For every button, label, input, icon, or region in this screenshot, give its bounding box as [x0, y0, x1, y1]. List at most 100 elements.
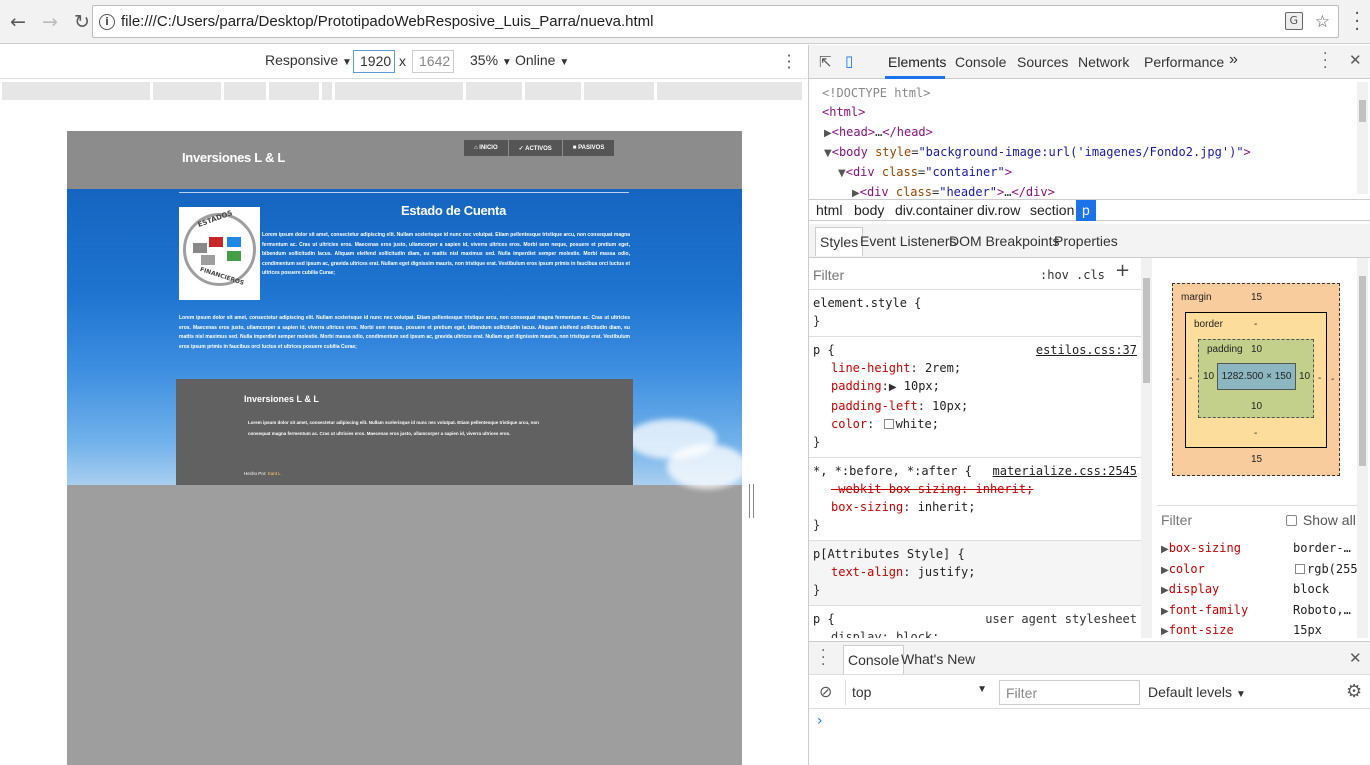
breadcrumb-html[interactable]: html — [816, 202, 842, 218]
nav-inicio-button[interactable]: ⌂ INICIO — [464, 140, 508, 156]
computed-row[interactable]: ▶font-size 15px — [1157, 620, 1358, 641]
device-toolbar-more-icon[interactable]: · · · — [785, 48, 793, 76]
device-mode-select[interactable]: Responsive ▼ — [265, 52, 352, 68]
console-prompt[interactable]: › — [817, 713, 823, 729]
color-swatch[interactable] — [883, 419, 894, 429]
site-nav: ⌂ INICIO ✓ ACTIVOS ■ PASIVOS — [464, 140, 615, 156]
devtools-menu-icon[interactable]: · · · — [1323, 47, 1327, 75]
device-toggle-icon[interactable]: ▯ — [845, 52, 853, 70]
css-property[interactable]: color: white; — [813, 415, 1137, 433]
css-property-overridden[interactable]: -webkit-box-sizing: inherit; — [813, 480, 1137, 498]
devtools-tabs: ⇱ ▯ Elements Console Sources Network Per… — [809, 45, 1370, 79]
collapse-triangle-icon[interactable]: ▼ — [824, 148, 832, 159]
kebab-menu-icon[interactable]: · · · — [1354, 5, 1360, 39]
dom-node[interactable]: ▼<body style="background-image:url('imag… — [822, 143, 1370, 163]
computed-scrollbar[interactable] — [1357, 258, 1368, 638]
css-rule: p { user agent stylesheet display: block… — [809, 606, 1141, 638]
computed-row[interactable]: ▶box-sizing border-… — [1157, 538, 1358, 559]
expand-triangle-icon[interactable]: ▶ — [852, 188, 860, 199]
more-tabs-icon[interactable]: » — [1229, 51, 1238, 69]
close-drawer-icon[interactable]: ✕ — [1349, 649, 1362, 667]
dom-scrollbar[interactable] — [1357, 82, 1368, 194]
css-property[interactable]: line-height: 2rem; — [813, 359, 1137, 377]
throttle-select[interactable]: Online ▼ — [515, 52, 569, 68]
css-property[interactable]: box-sizing: inherit; — [813, 498, 1137, 516]
breadcrumb-body[interactable]: body — [854, 202, 884, 218]
site-header: Inversiones L & L ⌂ INICIO ✓ ACTIVOS ■ P… — [67, 131, 742, 189]
tab-network[interactable]: Network — [1078, 54, 1129, 70]
tab-console[interactable]: Console — [955, 54, 1006, 70]
media-query-bar[interactable] — [2, 82, 807, 100]
tab-elements[interactable]: Elements — [888, 54, 946, 70]
tab-sources[interactable]: Sources — [1017, 54, 1068, 70]
computed-filter-input[interactable]: Filter — [1161, 512, 1192, 528]
nav-pasivos-button[interactable]: ■ PASIVOS — [562, 140, 615, 156]
tab-event-listeners[interactable]: Event Listeners — [860, 233, 957, 249]
context-select[interactable]: top ▼ — [845, 680, 991, 705]
financial-statements-logo: ESTADOS FINANCIEROS — [179, 207, 260, 300]
tab-performance[interactable]: Performance — [1144, 54, 1224, 70]
dom-node[interactable]: ▼<div class="container"> — [822, 163, 1370, 183]
breadcrumb-section[interactable]: section — [1030, 202, 1074, 218]
rule-source-link[interactable]: materialize.css:2545 — [993, 462, 1138, 480]
tab-whats-new[interactable]: What's New — [901, 651, 975, 667]
forward-arrow-icon[interactable]: → — [36, 8, 64, 36]
height-input[interactable]: 1642 — [412, 50, 454, 73]
breadcrumb-div-container[interactable]: div.container — [895, 202, 973, 218]
collapse-triangle-icon[interactable]: ▼ — [838, 168, 846, 179]
back-arrow-icon[interactable]: ← — [4, 8, 32, 36]
tab-properties[interactable]: Properties — [1054, 233, 1118, 249]
devtools-panel: ⇱ ▯ Elements Console Sources Network Per… — [808, 45, 1370, 765]
css-rule: p[Attributes Style] { text-align: justif… — [809, 541, 1141, 606]
css-property[interactable]: padding:▶ 10px; — [813, 377, 1137, 397]
computed-filter-row: Filter Show all — [1157, 505, 1358, 533]
footer-credit: Hecho Por: Kant L — [244, 471, 281, 476]
css-property[interactable]: display: block; — [813, 628, 1137, 638]
css-property[interactable]: padding-left: 10px; — [813, 397, 1137, 415]
clear-console-icon[interactable]: ⊘ — [819, 682, 832, 701]
nav-activos-button[interactable]: ✓ ACTIVOS — [508, 140, 562, 156]
url-text[interactable]: file:///C:/Users/parra/Desktop/Prototipa… — [121, 13, 653, 30]
tab-dom-breakpoints[interactable]: DOM Breakpoints — [949, 233, 1059, 249]
viewport-resize-handle[interactable] — [749, 484, 754, 518]
default-levels-select[interactable]: Default levels ▼ — [1148, 684, 1246, 700]
dom-node[interactable]: ▶<head>…</head> — [822, 123, 1370, 143]
computed-row[interactable]: ▶display block — [1157, 579, 1358, 600]
breadcrumb-div-row[interactable]: div.row — [977, 202, 1020, 218]
info-icon[interactable]: i — [99, 13, 115, 30]
dom-tree: <!DOCTYPE html> <html> ▶<head>…</head> ▼… — [809, 80, 1370, 201]
rule-source-link[interactable]: estilos.css:37 — [1036, 341, 1137, 359]
dom-node[interactable]: <html> — [822, 103, 1370, 122]
tab-drawer-console[interactable]: Console — [843, 645, 905, 674]
styles-filter-input[interactable]: Filter — [813, 266, 844, 284]
console-filter-input[interactable]: Filter — [999, 680, 1140, 705]
width-input[interactable]: 1920 — [353, 50, 395, 73]
expand-triangle-icon[interactable]: ▶ — [824, 128, 832, 139]
dom-node[interactable]: <!DOCTYPE html> — [822, 84, 1370, 103]
address-bar[interactable]: i file:///C:/Users/parra/Desktop/Prototi… — [92, 5, 1339, 38]
drawer-menu-icon[interactable]: · · · — [821, 644, 825, 672]
close-icon[interactable]: ✕ — [1349, 51, 1362, 69]
translate-icon[interactable]: G — [1284, 12, 1303, 30]
hov-toggle[interactable]: :hov — [1040, 266, 1069, 284]
computed-row[interactable]: ▶font-family Roboto,… — [1157, 600, 1358, 621]
css-rule: p { estilos.css:37 line-height: 2rem; pa… — [809, 337, 1141, 458]
cls-toggle[interactable]: .cls — [1076, 266, 1105, 284]
styles-scrollbar[interactable] — [1141, 258, 1152, 638]
footer-text: Lorem ipsum dolor sit amet, consectetur … — [248, 420, 539, 436]
box-model-content-size: 1282.500 × 150 — [1217, 363, 1296, 390]
inspect-element-icon[interactable]: ⇱ — [819, 53, 832, 71]
tab-styles[interactable]: Styles — [815, 227, 864, 256]
show-all-checkbox[interactable]: Show all — [1284, 512, 1356, 528]
star-icon[interactable]: ☆ — [1315, 12, 1330, 32]
zoom-select[interactable]: 35% ▼ — [470, 52, 512, 68]
add-rule-icon[interactable]: + — [1115, 262, 1130, 280]
cloud-graphic — [667, 444, 742, 489]
css-property[interactable]: text-align: justify; — [813, 563, 1137, 581]
footer-box: Inversiones L & L Lorem ipsum dolor sit … — [176, 379, 633, 485]
site-brand[interactable]: Inversiones L & L — [182, 150, 285, 165]
browser-toolbar: ← → ↻ i file:///C:/Users/parra/Desktop/P… — [0, 0, 1370, 44]
breadcrumb-p[interactable]: p — [1076, 200, 1096, 221]
computed-row[interactable]: ▶color rgb(255 — [1157, 559, 1358, 580]
gear-icon[interactable]: ⚙ — [1346, 681, 1362, 702]
